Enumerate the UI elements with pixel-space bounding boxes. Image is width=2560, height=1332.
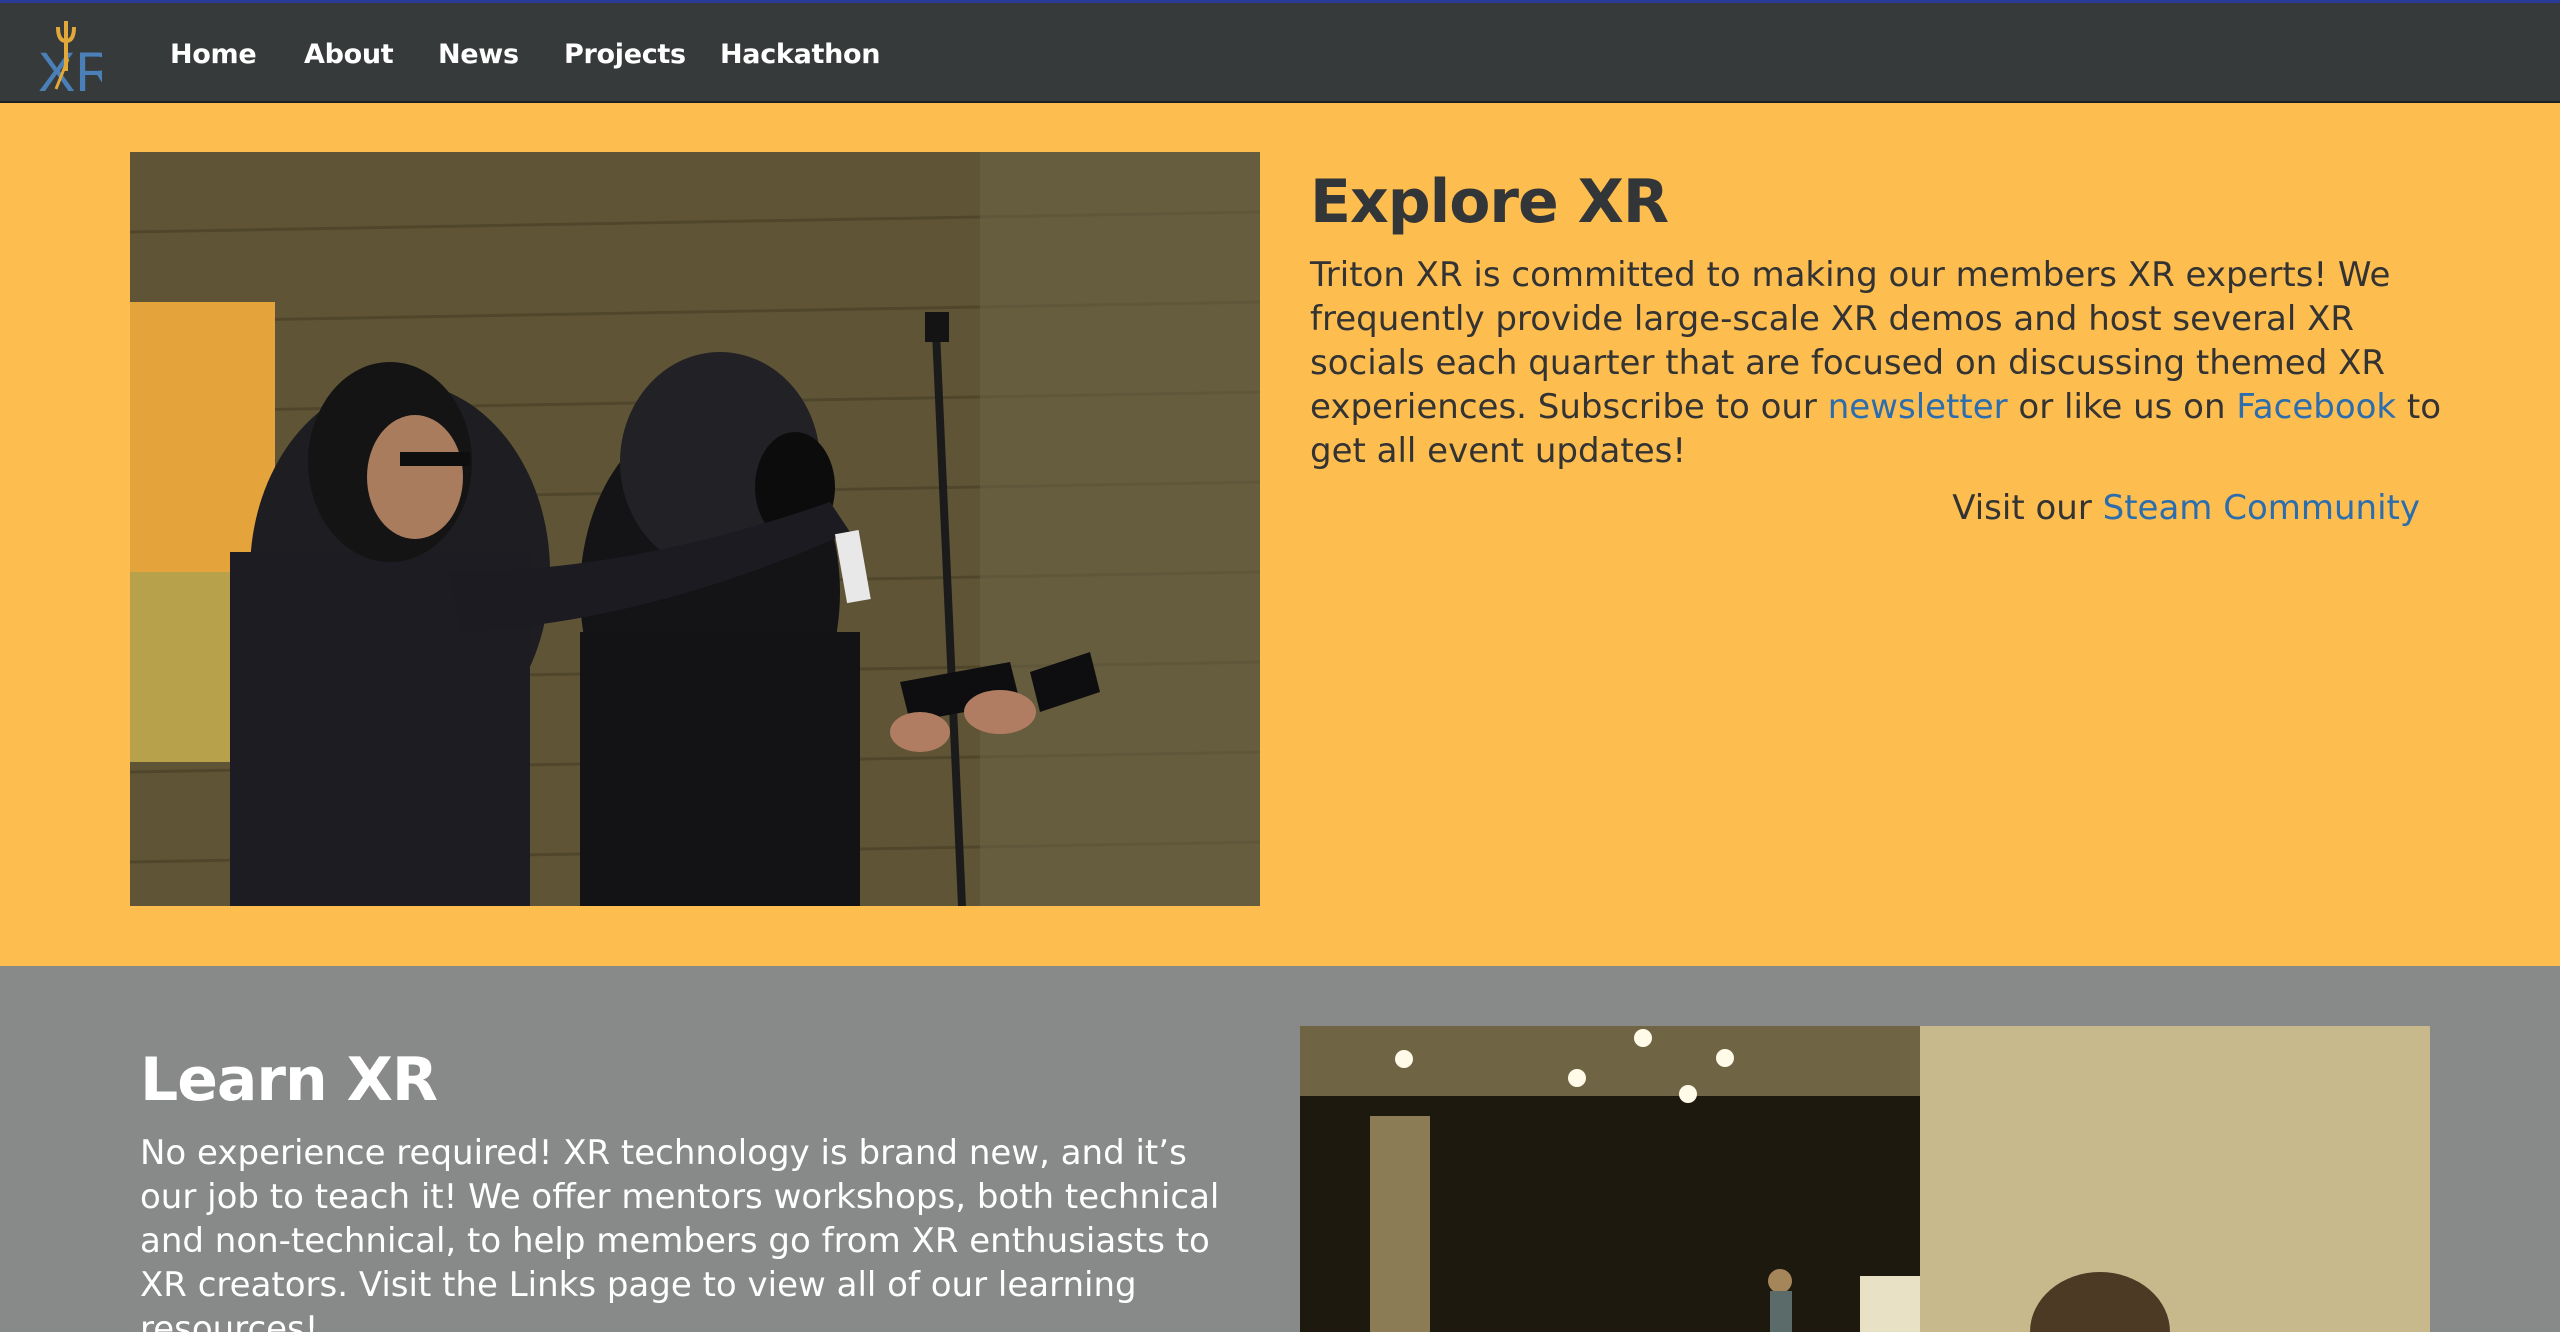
- navbar: XR Home About News Projects Hackathon: [0, 3, 2560, 103]
- workshop-photo: [1300, 1026, 2430, 1332]
- steam-community-line: Visit our Steam Community: [1952, 488, 2420, 528]
- learn-section: Learn XR No experience required! XR tech…: [0, 966, 2560, 1332]
- steam-community-link[interactable]: Steam Community: [2103, 488, 2420, 528]
- learn-title: Learn XR: [140, 1045, 438, 1115]
- explore-description: Triton XR is committed to making our mem…: [1310, 253, 2450, 473]
- triton-xr-logo[interactable]: XR: [38, 19, 116, 103]
- facebook-link[interactable]: Facebook: [2236, 387, 2396, 427]
- vr-headset-photo: [130, 152, 1260, 906]
- learn-description: No experience required! XR technology is…: [140, 1133, 1220, 1332]
- nav-home[interactable]: Home: [170, 37, 257, 73]
- nav-about[interactable]: About: [304, 37, 394, 73]
- svg-text:XR: XR: [38, 40, 102, 97]
- nav-projects[interactable]: Projects: [564, 37, 686, 73]
- explore-text-2: or like us on: [2007, 387, 2237, 427]
- steam-prefix: Visit our: [1952, 488, 2103, 528]
- newsletter-link[interactable]: newsletter: [1828, 387, 2008, 427]
- explore-section: Explore XR Triton XR is committed to mak…: [0, 103, 2560, 966]
- nav-news[interactable]: News: [438, 37, 519, 73]
- explore-title: Explore XR: [1310, 167, 1669, 237]
- nav-hackathon[interactable]: Hackathon: [720, 37, 881, 73]
